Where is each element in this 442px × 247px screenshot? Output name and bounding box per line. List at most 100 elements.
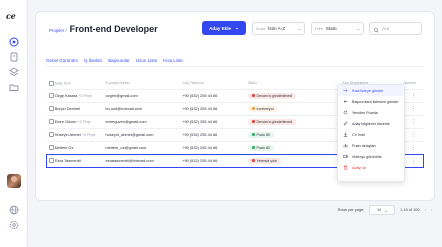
menu-item-label: Videoyu görüntüle bbox=[352, 154, 382, 159]
status-badge: Puan 80 bbox=[247, 144, 274, 151]
search-input[interactable] bbox=[382, 26, 420, 31]
arrow-left-icon bbox=[343, 100, 348, 103]
project-count: +3 Proje bbox=[78, 93, 92, 98]
status-label: Devam'a gönderilmedi bbox=[256, 93, 293, 98]
filter-select[interactable]: Filtre Statü ⌄ bbox=[311, 22, 364, 35]
candidate-email: bu.ozd@hotmail.com bbox=[103, 101, 181, 115]
sort-label: Sırala bbox=[256, 26, 266, 31]
rows-per-page-label: Rows per page: bbox=[337, 208, 365, 212]
tab-divider bbox=[46, 66, 424, 67]
status-badge: Yetersiz çıktı bbox=[247, 157, 281, 164]
status-dot bbox=[251, 133, 255, 136]
prev-page-icon[interactable]: ‹ bbox=[424, 208, 425, 212]
pagination: Rows per page: 10 ⌄ 1-10 of 100 ‹ › bbox=[338, 205, 432, 215]
menu-item-download[interactable]: CV indir bbox=[338, 129, 404, 140]
menu-item-video[interactable]: Videoyu görüntüle bbox=[338, 151, 404, 162]
layers-icon[interactable] bbox=[9, 67, 19, 77]
candidate-email: esratasmerdil@hotmail.com bbox=[103, 153, 181, 168]
select-all-checkbox[interactable] bbox=[48, 80, 54, 86]
menu-item-arrow-left[interactable]: Başvurulara listesine gönder bbox=[338, 96, 404, 107]
candidate-name[interactable]: Meltem Öz bbox=[55, 145, 74, 150]
candidate-name[interactable]: Burçin Demirel bbox=[55, 106, 81, 111]
menu-item-label: Adayı sil bbox=[352, 165, 366, 170]
add-candidate-button[interactable]: Aday Ekle ⌄ bbox=[202, 21, 246, 35]
candidate-phone: +90 (532) 255 44 66 bbox=[180, 88, 246, 102]
sort-value: İsim A-Z bbox=[268, 26, 285, 31]
candidate-email: ozgeh@gmail.com bbox=[103, 88, 181, 102]
chevron-down-icon: ⌄ bbox=[235, 25, 239, 30]
candidate-email: emreguven@gmail.com bbox=[103, 114, 181, 128]
candidate-name[interactable]: Esra Tasmerdil bbox=[55, 158, 81, 163]
candidate-email: meltem_oz@gmail.com bbox=[103, 140, 181, 154]
menu-item-chart[interactable]: Puan detayları bbox=[338, 140, 404, 151]
status-dot bbox=[251, 146, 255, 149]
status-dot bbox=[251, 107, 255, 110]
col-status-header: Statü bbox=[247, 81, 257, 86]
globe-icon[interactable] bbox=[9, 205, 19, 215]
candidate-phone: +90 (532) 255 44 66 bbox=[180, 114, 246, 128]
row-checkbox[interactable] bbox=[48, 132, 54, 138]
menu-item-label: Yeniden Puanla bbox=[352, 110, 378, 115]
menu-item-label: Puan detayları bbox=[352, 143, 376, 148]
menu-item-label: Aday bilgilerini düzenle bbox=[352, 121, 390, 126]
col-email-header: E-posta Adresi bbox=[105, 81, 130, 86]
row-checkbox[interactable] bbox=[48, 145, 54, 151]
video-icon bbox=[343, 155, 348, 158]
rows-per-page-select[interactable]: 10 ⌄ bbox=[369, 205, 396, 215]
menu-item-arrow-right[interactable]: Kısa listeye gönder bbox=[338, 85, 404, 96]
next-page-icon[interactable]: › bbox=[431, 208, 432, 212]
candidate-phone: +90 (532) 255 44 66 bbox=[180, 127, 246, 141]
page-range: 1-10 of 100 bbox=[400, 208, 420, 212]
row-context-menu: Kısa listeye gönder Başvurulara listesine… bbox=[337, 84, 405, 182]
status-dot bbox=[251, 159, 255, 162]
candidate-phone: +90 (532) 255 44 66 bbox=[180, 101, 246, 115]
row-checkbox[interactable] bbox=[49, 158, 54, 164]
col-name-header: Aday İsmi bbox=[54, 81, 71, 86]
row-checkbox[interactable] bbox=[48, 106, 54, 112]
rows-per-page-value: 10 bbox=[377, 208, 382, 212]
candidate-phone: +90 (532) 255 44 66 bbox=[180, 153, 246, 168]
breadcrumb[interactable]: Projeler / bbox=[49, 28, 67, 33]
candidate-name[interactable]: Emre Güven bbox=[55, 119, 77, 124]
sort-select[interactable]: Sırala İsim A-Z ⌄ bbox=[252, 22, 305, 35]
candidate-name[interactable]: Özge Kasara bbox=[55, 93, 78, 98]
filter-value: Statü bbox=[325, 26, 337, 31]
menu-item-trash[interactable]: Adayı sil bbox=[338, 162, 404, 173]
status-dot bbox=[251, 120, 255, 123]
dashboard-icon[interactable] bbox=[9, 37, 19, 47]
page-header: Projeler / Front-end Developer bbox=[49, 24, 158, 34]
project-count: +3 Proje bbox=[77, 119, 92, 124]
arrow-right-icon bbox=[343, 89, 348, 92]
sidebar: ce bbox=[0, 0, 28, 247]
row-checkbox[interactable] bbox=[48, 93, 54, 99]
menu-item-refresh[interactable]: Yeniden Puanla bbox=[338, 107, 404, 118]
avatar[interactable] bbox=[7, 174, 21, 188]
status-label: Yetersiz çıktı bbox=[256, 158, 277, 163]
refresh-icon bbox=[343, 110, 348, 115]
status-badge: Devam'a gönderilmedi bbox=[247, 118, 297, 125]
chart-icon bbox=[343, 144, 348, 148]
search-icon bbox=[374, 20, 379, 38]
menu-item-label: Kısa listeye gönder bbox=[352, 88, 384, 93]
row-checkbox[interactable] bbox=[48, 119, 54, 125]
status-dot bbox=[251, 94, 255, 97]
candidate-name[interactable]: Hüseyin Ahmet bbox=[55, 132, 81, 137]
chevron-down-icon: ⌄ bbox=[356, 26, 360, 31]
edit-icon bbox=[343, 121, 348, 126]
search-box[interactable] bbox=[369, 22, 422, 35]
app-logo: ce bbox=[6, 11, 16, 21]
status-label: Devam'a gönderilmedi bbox=[256, 119, 293, 124]
project-count: +6 Proje bbox=[81, 132, 96, 137]
menu-item-label: Başvurulara listesine gönder bbox=[352, 99, 399, 104]
download-icon bbox=[343, 132, 348, 137]
page-title: Front-end Developer bbox=[69, 24, 158, 34]
status-label: Puan 80 bbox=[256, 145, 270, 150]
folder-icon[interactable] bbox=[9, 82, 19, 92]
menu-item-edit[interactable]: Aday bilgilerini düzenle bbox=[338, 118, 404, 129]
settings-icon[interactable] bbox=[9, 220, 19, 230]
candidate-phone: +90 (532) 255 44 66 bbox=[180, 140, 246, 154]
document-icon[interactable] bbox=[9, 52, 19, 62]
add-candidate-label: Aday Ekle bbox=[209, 25, 232, 31]
status-label: Puan 85 bbox=[256, 132, 270, 137]
status-badge: Devam'a gönderilmedi bbox=[247, 92, 297, 99]
